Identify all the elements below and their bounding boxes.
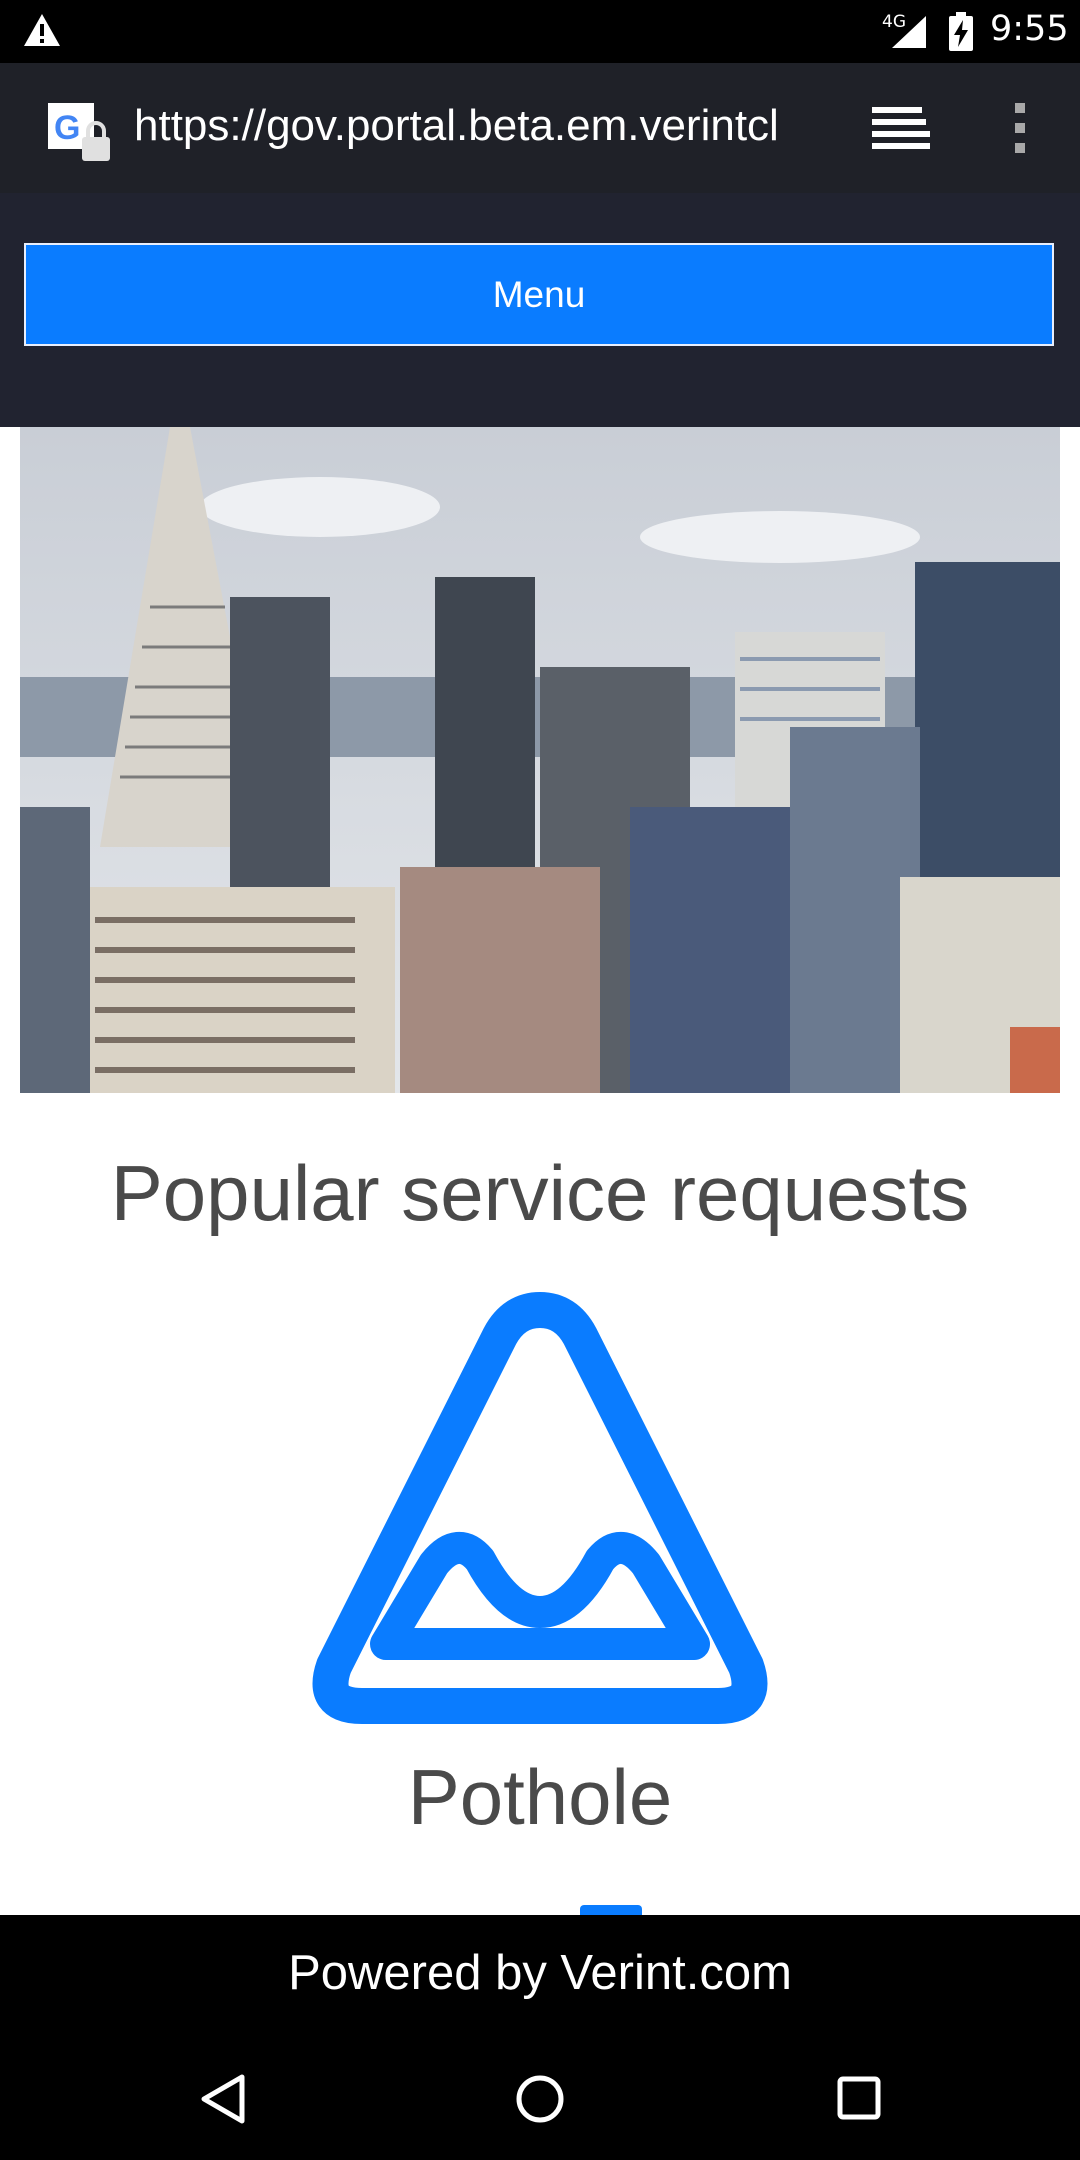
status-bar: 4G 9:55 xyxy=(0,0,1080,63)
url-field[interactable]: https://gov.portal.beta.em.verintcl xyxy=(134,101,824,151)
section-title: Popular service requests xyxy=(110,1149,970,1237)
clock: 9:55 xyxy=(990,9,1069,49)
pothole-icon[interactable] xyxy=(298,1282,782,1736)
menu-button[interactable]: Menu xyxy=(24,243,1054,346)
signal-icon xyxy=(892,16,926,48)
recents-icon[interactable] xyxy=(834,2071,886,2127)
footer: Powered by Verint.com xyxy=(0,1915,1080,2035)
warning-icon xyxy=(24,14,60,46)
tabs-icon[interactable] xyxy=(868,103,932,153)
hero-image xyxy=(20,427,1060,1093)
google-secure-icon: G xyxy=(48,103,110,161)
site-header: Menu xyxy=(0,193,1080,427)
service-item-label[interactable]: Pothole xyxy=(0,1752,1080,1843)
powered-by-link[interactable]: Powered by Verint.com xyxy=(0,1945,1080,2001)
system-nav-bar xyxy=(0,2035,1080,2160)
browser-toolbar: G https://gov.portal.beta.em.verintcl xyxy=(0,63,1080,193)
home-icon[interactable] xyxy=(514,2071,566,2127)
svg-text:G: G xyxy=(54,109,80,147)
overflow-menu-icon[interactable] xyxy=(1006,99,1034,159)
battery-charging-icon xyxy=(949,12,973,51)
back-icon[interactable] xyxy=(198,2071,250,2127)
